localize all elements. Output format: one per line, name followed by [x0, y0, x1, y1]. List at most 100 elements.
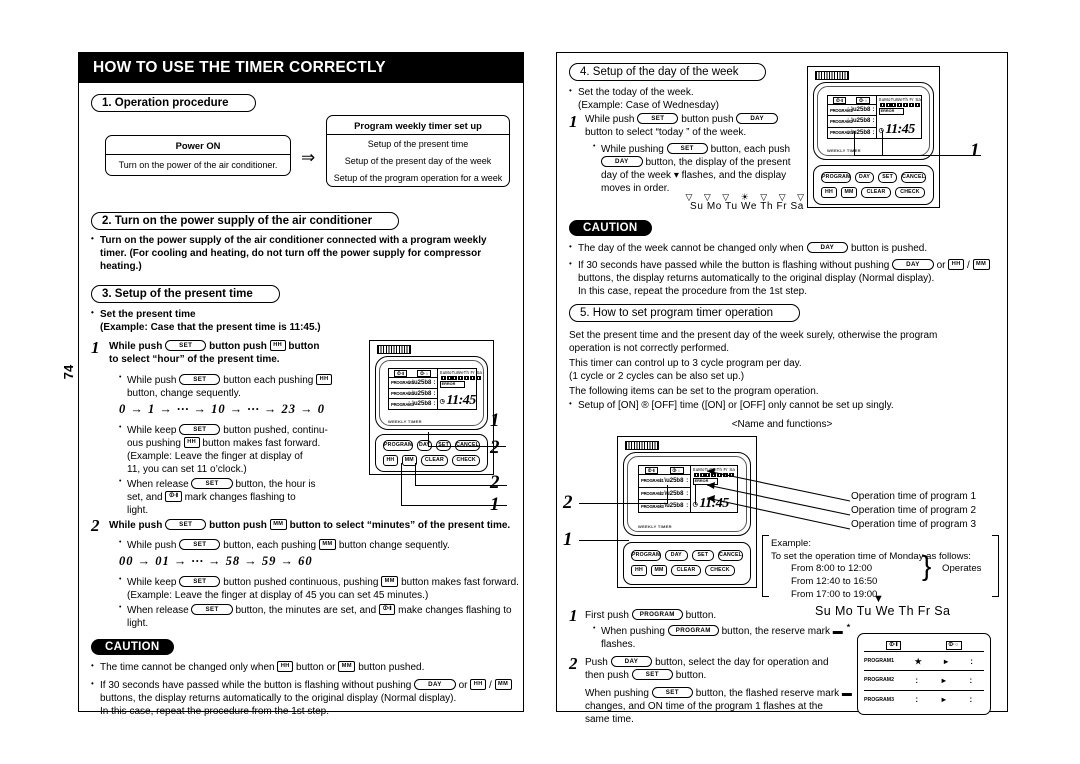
s1b3-a: When release [127, 479, 189, 491]
day-key-icon[interactable]: DAY [806, 242, 849, 253]
day-key-icon[interactable]: DAY [892, 259, 934, 270]
lcd-program-digits: ★ ▸: [914, 656, 973, 666]
lcd-program-label: PROGRAM3 [641, 503, 664, 509]
set-key-icon[interactable]: SET [179, 374, 221, 385]
clear-button[interactable]: CLEAR [671, 564, 701, 576]
leader-line [882, 131, 884, 156]
lc1-b: button or [296, 662, 336, 674]
lcd-program-digits: : \u25b8: [408, 379, 436, 386]
hh-button[interactable]: HH [821, 186, 837, 198]
operates-label: Operates [942, 563, 982, 574]
clear-button[interactable]: CLEAR [861, 186, 891, 198]
program-key-icon[interactable]: PROGRAM [667, 625, 719, 636]
hh-key-icon[interactable]: HH [316, 374, 333, 385]
set-key-icon[interactable]: SET [651, 687, 693, 698]
check-button[interactable]: CHECK [452, 454, 480, 466]
cancel-button[interactable]: CANCEL [901, 172, 926, 183]
check-button[interactable]: CHECK [895, 186, 925, 198]
right-caution-item-2: If 30 seconds have passed while the butt… [569, 259, 1001, 299]
hh-button[interactable]: HH [383, 454, 398, 466]
set-button[interactable]: SET [878, 172, 898, 183]
program-button[interactable]: PROGRAM [821, 172, 851, 183]
day-key-icon[interactable]: DAY [736, 113, 779, 124]
lcd-panel: ⏼·❙ ⏼·○ PROGRAM1 : \u25b8: PROGRAM2 : \u25… [388, 368, 482, 410]
set-key-icon[interactable]: SET [179, 539, 221, 550]
hh-key-icon[interactable]: HH [183, 436, 200, 448]
lcd-on-label: ⏼·❙ [644, 466, 658, 474]
lcd-program-area: ⏼·❙ ⏼·○ PROGRAM1 : \u25b8: PROGRAM2 : \u25… [389, 369, 437, 409]
s2b1-a: While push [127, 540, 177, 552]
lcd-sample-row: PROGRAM2 : ▸: [864, 670, 984, 689]
program-button[interactable]: PROGRAM [631, 550, 661, 561]
set-key-icon[interactable]: SET [191, 604, 233, 615]
s2b1-b: button, each pushing [223, 540, 317, 552]
rc2-or: or [936, 260, 946, 272]
mm-key-icon[interactable]: MM [381, 576, 399, 587]
set-key-icon[interactable]: SET [165, 340, 207, 351]
mm-button[interactable]: MM [841, 186, 857, 198]
s1b3-e: light. [127, 504, 149, 516]
step-1-number: 1 [91, 338, 100, 357]
mm-key-icon[interactable]: MM [494, 679, 512, 690]
clear-button[interactable]: CLEAR [420, 454, 449, 466]
s5s2p-c: changes, and ON time of the program 1 fl… [585, 700, 823, 712]
set-key-icon[interactable]: SET [666, 143, 708, 154]
check-button[interactable]: CHECK [705, 564, 735, 576]
s2b2-b: button pushed continuous, pushing [223, 577, 379, 589]
program-button[interactable]: PROGRAM [383, 440, 413, 451]
s2b3-d: light. [127, 617, 149, 629]
weekly-timer-label: WEEKLY TIMER [827, 148, 861, 153]
section-3-heading: 3. Setup of the present time [91, 284, 280, 303]
step-1-lead-d: to select “hour” of the present time. [109, 353, 280, 365]
set-key-icon[interactable]: SET [191, 478, 233, 489]
mm-key-icon[interactable]: MM [269, 519, 287, 530]
function-label-2: Operation time of program 2 [851, 505, 977, 516]
s4b1-c: button, the display of the present [645, 157, 791, 169]
leader-line [695, 485, 697, 504]
s1b2-f: 11, you can set 11 o’clock.) [127, 463, 247, 475]
mm-key-icon[interactable]: MM [318, 539, 337, 550]
set-key-icon[interactable]: SET [179, 424, 221, 435]
day-button[interactable]: DAY [855, 172, 875, 183]
lcd-clock: ◷ 11:45 [440, 393, 482, 409]
set-key-icon[interactable]: SET [631, 668, 673, 680]
program-key-icon[interactable]: PROGRAM [631, 609, 683, 620]
set-key-icon[interactable]: SET [165, 519, 207, 530]
mm-key-icon[interactable]: MM [338, 661, 356, 672]
step-1-bullet-1: While push SET button each pushing HH bu… [119, 374, 369, 401]
example-line-1: Example: [771, 538, 811, 549]
set-key-icon[interactable]: SET [637, 113, 679, 124]
hh-key-icon[interactable]: HH [269, 340, 286, 351]
day-key-icon[interactable]: DAY [414, 679, 456, 690]
timer-on-mark-icon: ⏼·❙ [165, 490, 182, 502]
s5-step-1-number: 1 [569, 606, 578, 625]
step-1-lead-a: While push [109, 341, 163, 353]
leader-line [415, 463, 417, 486]
hh-key-icon[interactable]: HH [277, 661, 294, 672]
s1b3-c: set, and [127, 492, 163, 504]
callout-1a: 1 [490, 410, 500, 431]
s5s2p-a: When pushing [585, 688, 649, 700]
mm-key-icon[interactable]: MM [972, 259, 990, 270]
day-key-icon[interactable]: DAY [601, 155, 643, 167]
s4-intro-1: Set the today of the week. [578, 87, 694, 98]
s5-paragraph-3: The following items can be set to the pr… [569, 386, 819, 397]
s2b3-b: button, the minutes are set, and [235, 605, 377, 617]
lcd-program-row: PROGRAM3 : \u25b8: [389, 398, 437, 409]
lcd-program-digits: : \u25b8: [847, 129, 875, 136]
section-5-heading: 5. How to set program timer operation [569, 303, 801, 322]
day-key-icon[interactable]: DAY [610, 656, 653, 667]
set-key-icon[interactable]: SET [179, 576, 221, 587]
s1b2-e: (Example: Leave the finger at display of [127, 450, 303, 462]
hh-key-icon[interactable]: HH [948, 259, 965, 270]
s1b1-a: While push [127, 375, 177, 387]
s1b1-b: button each pushing [223, 375, 314, 387]
hh-button[interactable]: HH [631, 564, 647, 576]
hh-key-icon[interactable]: HH [470, 679, 487, 690]
keypad-row-2: HH MM CLEAR CHECK [821, 186, 926, 198]
lcd-onoff-header: ⏼·❙ ⏼·○ [828, 96, 876, 104]
mm-button[interactable]: MM [651, 564, 667, 576]
left-caution-item-2: If 30 seconds have passed while the butt… [91, 679, 515, 719]
s5b1-a: When pushing [601, 626, 665, 638]
power-on-title: Power ON [106, 136, 290, 155]
